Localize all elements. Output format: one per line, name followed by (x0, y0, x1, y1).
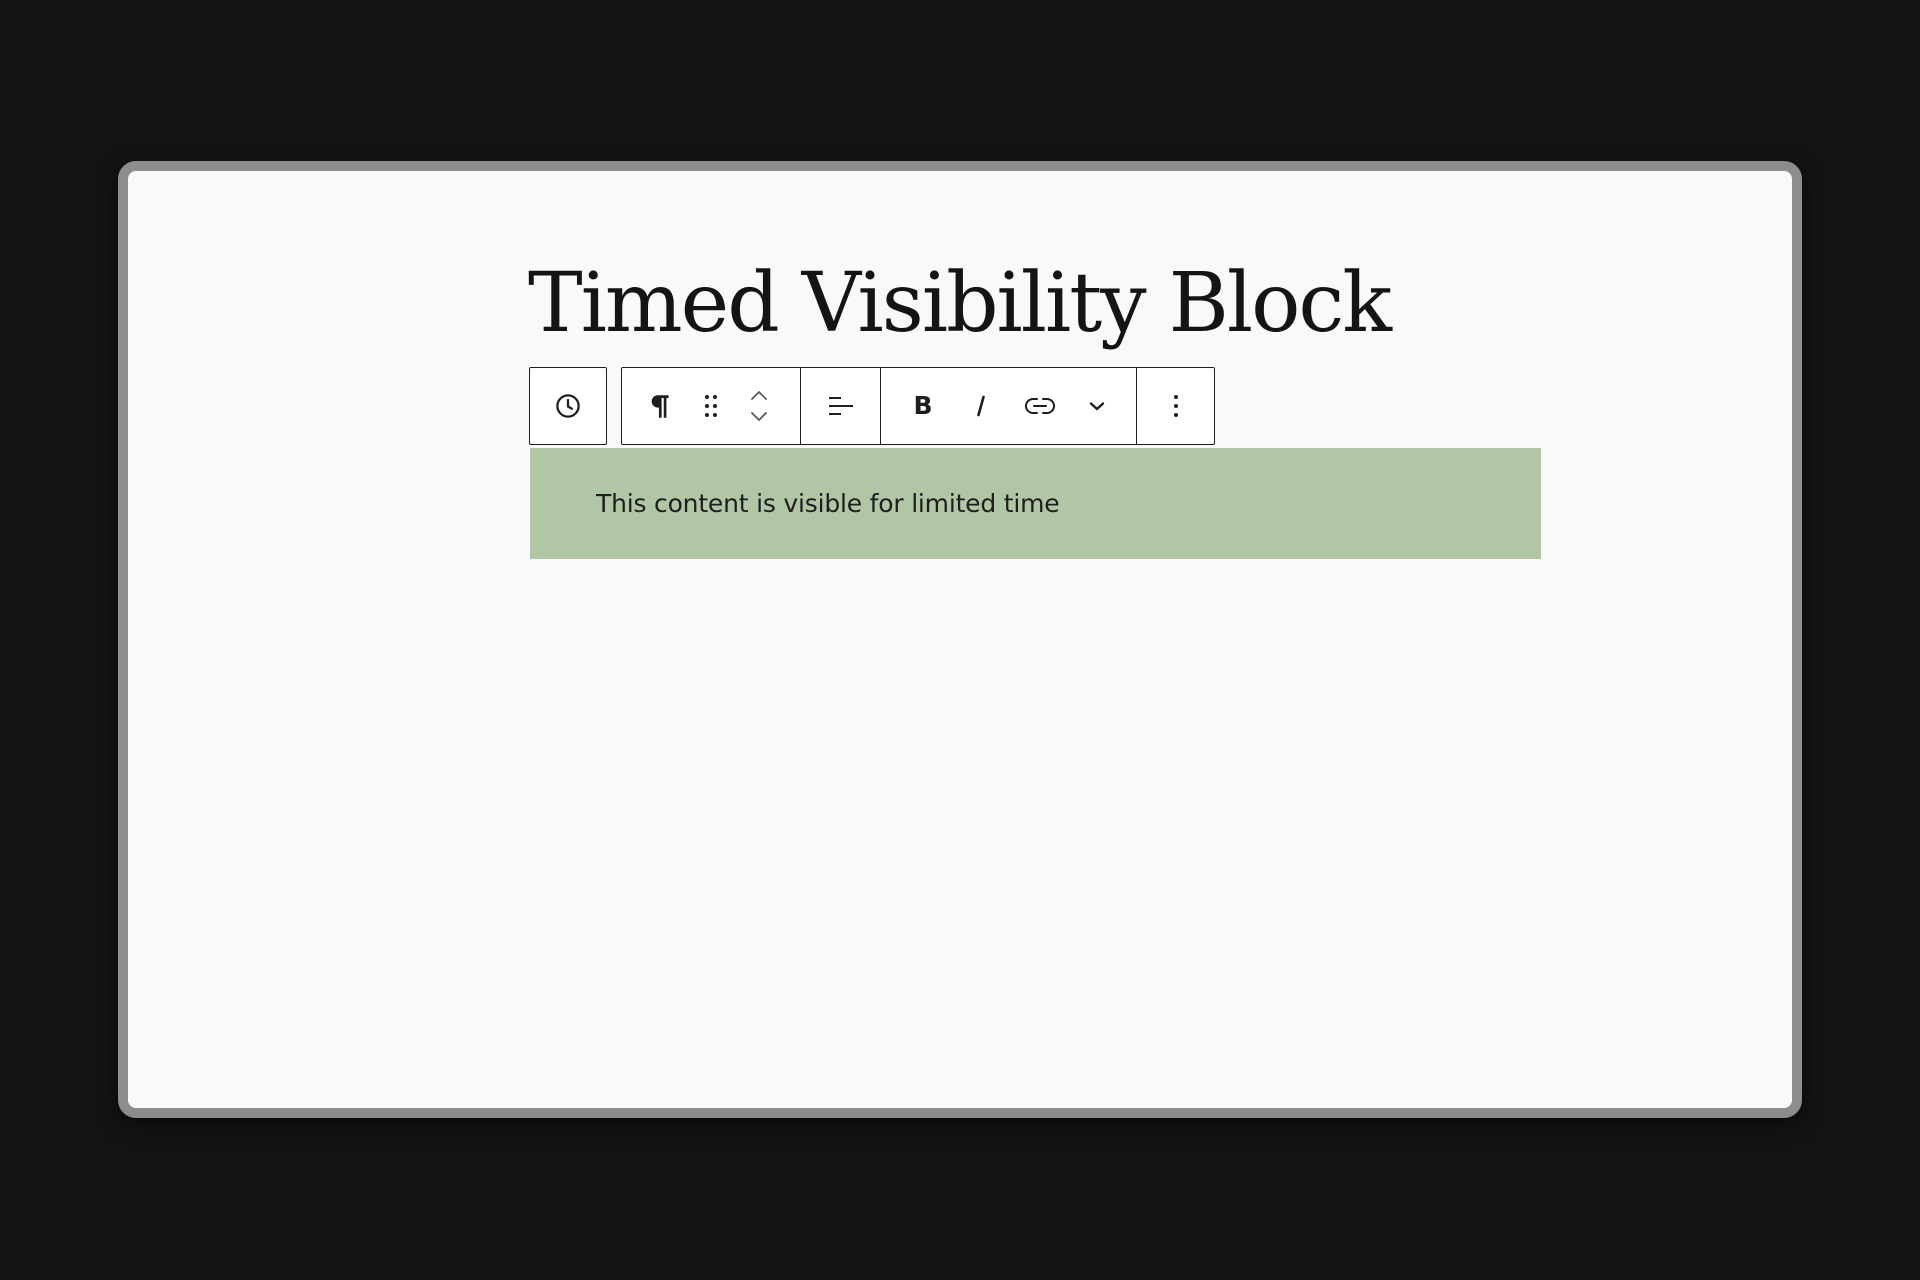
clock-icon (553, 391, 583, 421)
bold-icon: B (911, 391, 935, 421)
toolbar-section-visibility (530, 368, 606, 444)
options-button[interactable] (1137, 368, 1214, 444)
move-controls (734, 368, 784, 444)
toolbar-group-visibility (529, 367, 607, 445)
italic-button[interactable] (951, 368, 1011, 444)
align-left-icon (826, 391, 856, 421)
drag-handle-icon (701, 392, 721, 420)
chevron-down-icon (1085, 394, 1109, 418)
toolbar-section-block-tools (622, 368, 800, 444)
timed-visibility-block[interactable]: This content is visible for limited time (530, 448, 1541, 559)
more-rich-text-button[interactable] (1069, 368, 1125, 444)
drag-handle[interactable] (688, 368, 734, 444)
editor-frame: Timed Visibility Block B This content is… (118, 161, 1802, 1118)
block-toolbar: B (529, 367, 1215, 445)
align-button[interactable] (801, 368, 880, 444)
toolbar-section-options (1136, 368, 1214, 444)
link-icon (1023, 394, 1057, 418)
move-up-icon[interactable] (747, 388, 771, 404)
toolbar-group-block: B (621, 367, 1215, 445)
timed-visibility-button[interactable] (530, 368, 606, 444)
more-options-icon (1171, 391, 1181, 421)
block-type-button[interactable] (632, 368, 688, 444)
toolbar-section-align (800, 368, 880, 444)
block-content-text[interactable]: This content is visible for limited time (596, 489, 1060, 518)
svg-text:B: B (913, 391, 932, 420)
move-down-icon[interactable] (747, 408, 771, 424)
italic-icon (970, 391, 992, 421)
page-title[interactable]: Timed Visibility Block (528, 263, 1392, 345)
link-button[interactable] (1011, 368, 1069, 444)
paragraph-icon (647, 391, 673, 421)
toolbar-section-format: B (880, 368, 1136, 444)
bold-button[interactable]: B (895, 368, 951, 444)
